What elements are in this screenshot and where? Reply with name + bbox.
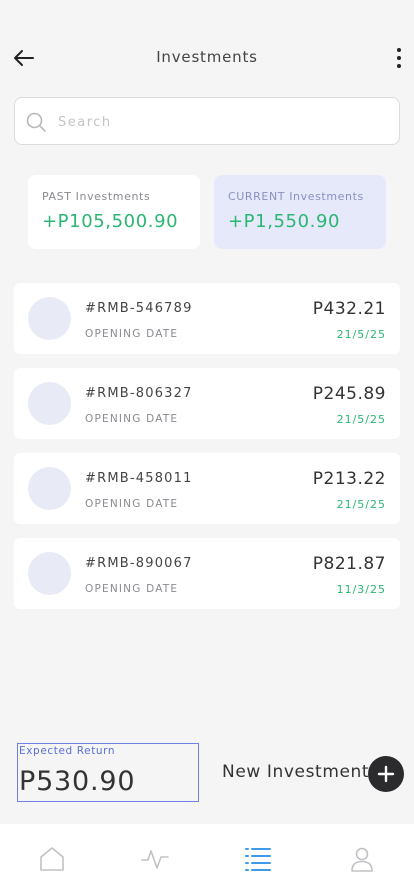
opening-date-label: OPENING DATE xyxy=(85,328,179,340)
search-icon xyxy=(26,112,46,132)
search-bar xyxy=(14,97,400,145)
opening-date: 21/5/25 xyxy=(336,498,386,511)
investment-amount: P821.87 xyxy=(312,554,386,574)
investment-item[interactable]: #RMB-546789 OPENING DATE P432.21 21/5/25 xyxy=(14,283,400,354)
current-investments-value: +P1,550.90 xyxy=(228,211,341,232)
investment-item[interactable]: #RMB-806327 OPENING DATE P245.89 21/5/25 xyxy=(14,368,400,439)
expected-return-box[interactable]: Expected Return P530.90 xyxy=(17,743,199,802)
past-investments-label: PAST Investments xyxy=(42,190,151,203)
opening-date: 11/3/25 xyxy=(336,583,386,596)
past-investments-value: +P105,500.90 xyxy=(42,211,179,232)
tab-profile[interactable] xyxy=(347,844,377,874)
investment-item[interactable]: #RMB-890067 OPENING DATE P821.87 11/3/25 xyxy=(14,538,400,609)
investment-amount: P245.89 xyxy=(312,384,386,404)
investment-avatar xyxy=(28,467,71,510)
investment-amount: P213.22 xyxy=(312,469,386,489)
investment-id: #RMB-806327 xyxy=(85,386,193,401)
investment-avatar xyxy=(28,297,71,340)
add-investment-button[interactable] xyxy=(368,756,404,792)
tab-investments[interactable] xyxy=(243,844,273,874)
tab-home[interactable] xyxy=(37,844,67,874)
investment-avatar xyxy=(28,552,71,595)
more-vertical-icon xyxy=(397,48,401,68)
more-options-button[interactable] xyxy=(392,44,406,72)
opening-date-label: OPENING DATE xyxy=(85,583,179,595)
investment-amount: P432.21 xyxy=(312,299,386,319)
current-investments-card[interactable]: CURRENT Investments +P1,550.90 xyxy=(214,175,386,249)
search-input[interactable] xyxy=(58,110,388,134)
expected-return-label: Expected Return xyxy=(19,745,116,757)
list-icon xyxy=(245,848,271,871)
expected-return-value: P530.90 xyxy=(19,766,136,797)
investment-item[interactable]: #RMB-458011 OPENING DATE P213.22 21/5/25 xyxy=(14,453,400,524)
investments-screen: Investments PAST Investments +P105,500.9… xyxy=(0,0,414,896)
investment-id: #RMB-458011 xyxy=(85,471,193,486)
opening-date: 21/5/25 xyxy=(336,328,386,341)
tab-activity[interactable] xyxy=(140,844,170,874)
bottom-tab-bar xyxy=(0,824,414,896)
home-icon xyxy=(40,847,64,871)
page-title: Investments xyxy=(156,48,258,66)
plus-icon xyxy=(377,765,395,783)
investment-id: #RMB-890067 xyxy=(85,556,193,571)
investment-id: #RMB-546789 xyxy=(85,301,193,316)
new-investment-button[interactable]: New Investment xyxy=(222,756,406,792)
activity-icon xyxy=(141,850,169,869)
investment-avatar xyxy=(28,382,71,425)
header: Investments xyxy=(0,0,414,110)
current-investments-label: CURRENT Investments xyxy=(228,190,364,203)
new-investment-label: New Investment xyxy=(222,762,370,782)
investment-list: #RMB-546789 OPENING DATE P432.21 21/5/25… xyxy=(14,283,400,623)
opening-date: 21/5/25 xyxy=(336,413,386,426)
opening-date-label: OPENING DATE xyxy=(85,498,179,510)
opening-date-label: OPENING DATE xyxy=(85,413,179,425)
user-icon xyxy=(351,847,373,872)
past-investments-card[interactable]: PAST Investments +P105,500.90 xyxy=(28,175,200,249)
